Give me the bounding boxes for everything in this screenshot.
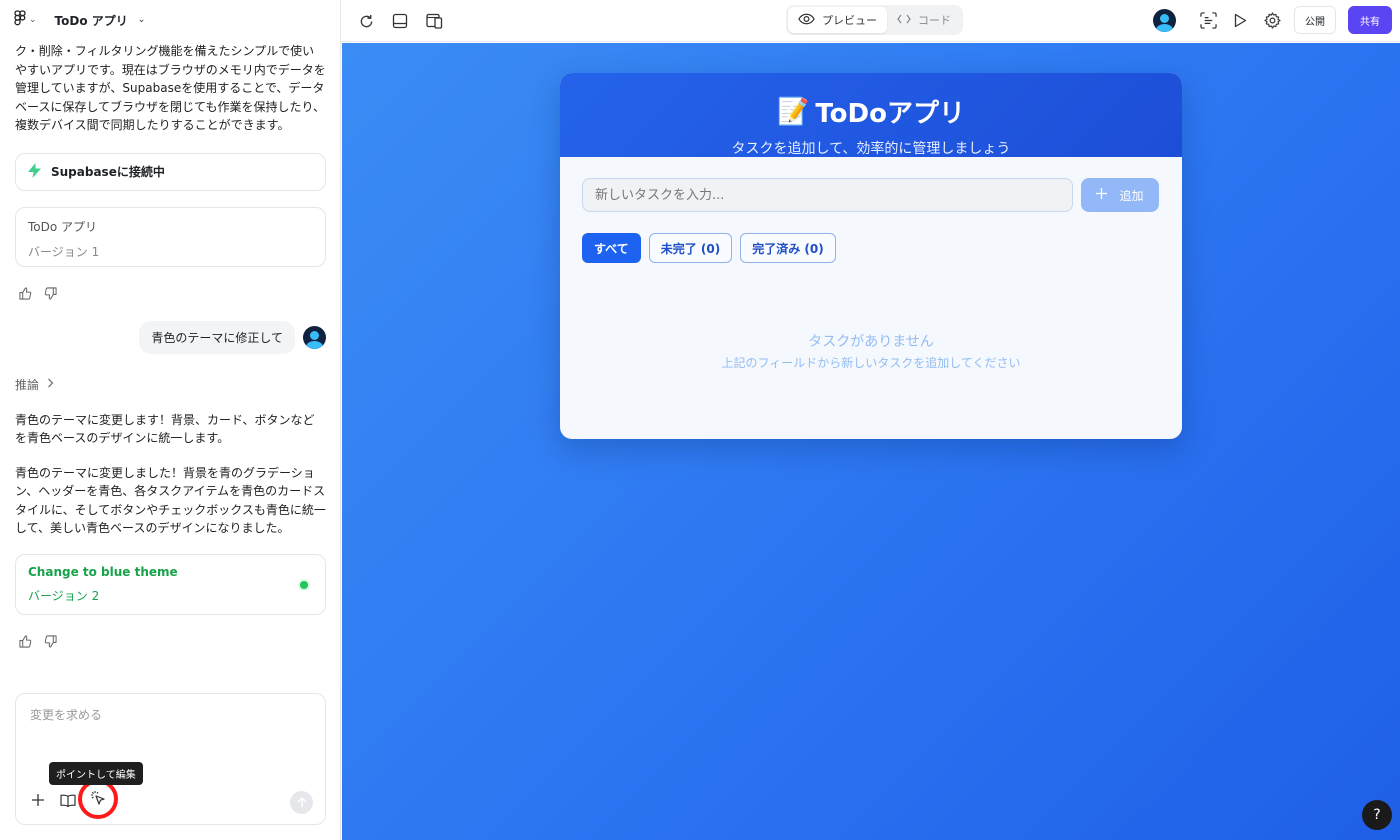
user-message: 青色のテーマに修正して <box>15 320 326 354</box>
assistant-message-plan: 青色のテーマに変更します！背景、カード、ボタンなどを青色ベースのデザインに統一し… <box>15 412 315 446</box>
memo-icon: 📝 <box>777 96 810 127</box>
new-task-input[interactable] <box>582 178 1073 212</box>
filter-incomplete[interactable]: 未完了 (0) <box>648 233 733 263</box>
filter-completed[interactable]: 完了済み (0) <box>740 233 836 263</box>
tab-code-label: コード <box>918 14 951 27</box>
chat-thread: ク・削除・フィルタリング機能を備えたシンプルで使いやすいアプリです。現在はブラウ… <box>15 42 326 649</box>
project-title-menu[interactable]: ToDo アプリ ⌄ <box>55 12 146 29</box>
supabase-status-card[interactable]: Supabaseに接続中 <box>15 152 326 191</box>
tab-preview[interactable]: プレビュー <box>788 7 887 33</box>
user-avatar <box>303 325 326 349</box>
version-title: Change to blue theme <box>28 564 178 579</box>
plus-icon[interactable] <box>30 792 46 808</box>
book-icon[interactable] <box>60 792 76 808</box>
feedback-buttons <box>15 634 326 649</box>
chevron-down-icon: ⌄ <box>29 15 37 25</box>
view-controls <box>356 11 444 31</box>
app-preview: 📝 ToDoアプリ タスクを追加して、効率的に管理しましょう 追加 すべて 未完… <box>342 43 1400 840</box>
project-title: ToDo アプリ <box>54 13 128 28</box>
code-icon <box>897 14 911 27</box>
assistant-message-intro: ク・削除・フィルタリング機能を備えたシンプルで使いやすいアプリです。現在はブラウ… <box>15 44 326 132</box>
add-task-label: 追加 <box>1119 188 1144 203</box>
chevron-right-icon <box>47 377 54 391</box>
version-title: ToDo アプリ <box>28 219 98 234</box>
todo-header: 📝 ToDoアプリ タスクを追加して、効率的に管理しましょう <box>560 73 1182 157</box>
thumbs-up-icon[interactable] <box>19 634 32 649</box>
point-and-edit-button[interactable] <box>78 779 118 819</box>
scan-icon[interactable] <box>1198 10 1218 30</box>
user-message-bubble: 青色のテーマに修正して <box>139 320 295 354</box>
gear-icon[interactable] <box>1262 10 1282 30</box>
empty-state-description: 上記のフィールドから新しいタスクを追加してください <box>721 356 1021 370</box>
empty-state: タスクがありません 上記のフィールドから新しいタスクを追加してください <box>560 331 1182 371</box>
point-and-edit-tooltip: ポイントして編集 <box>49 762 143 785</box>
todo-title-text: ToDoアプリ <box>815 99 965 129</box>
prompt-input[interactable] <box>30 708 310 722</box>
empty-state-title: タスクがありません <box>808 334 934 350</box>
filter-all[interactable]: すべて <box>582 233 641 263</box>
chevron-down-icon: ⌄ <box>137 15 146 25</box>
version-card-2[interactable]: Change to blue theme バージョン 2 <box>15 553 326 615</box>
task-input-row: 追加 <box>582 178 1159 212</box>
left-header: ⌄ ToDo アプリ ⌄ <box>0 0 340 40</box>
bolt-icon <box>28 162 41 181</box>
todo-title: 📝 ToDoアプリ <box>777 93 965 130</box>
figma-menu[interactable]: ⌄ <box>14 10 37 30</box>
tab-preview-label: プレビュー <box>822 14 877 27</box>
plus-icon <box>1096 188 1108 202</box>
supabase-status-label: Supabaseに接続中 <box>51 165 165 179</box>
filter-tabs: すべて 未完了 (0) 完了済み (0) <box>582 233 836 263</box>
click-highlight-ring <box>78 779 118 819</box>
account-avatar[interactable] <box>1153 8 1176 32</box>
active-version-indicator <box>300 580 308 589</box>
publish-button[interactable]: 公開 <box>1294 6 1336 34</box>
reasoning-toggle[interactable]: 推論 <box>15 376 326 393</box>
tab-code[interactable]: コード <box>887 7 961 33</box>
preview-code-toggle: プレビュー コード <box>786 5 963 35</box>
refresh-icon[interactable] <box>356 11 376 31</box>
figma-logo-icon <box>14 10 26 30</box>
top-toolbar: プレビュー コード 公開 共有 <box>341 0 1400 42</box>
thumbs-up-icon[interactable] <box>19 286 32 301</box>
version-label: バージョン 1 <box>28 244 100 259</box>
play-icon[interactable] <box>1230 10 1250 30</box>
reasoning-label: 推論 <box>15 377 40 392</box>
chat-panel: ⌄ ToDo アプリ ⌄ ク・削除・フィルタリング機能を備えたシンプルで使いやす… <box>0 0 341 840</box>
panel-layout-icon[interactable] <box>390 11 410 31</box>
prompt-composer <box>15 693 326 825</box>
arrow-up-icon <box>297 793 307 812</box>
toolbar-actions: 公開 共有 <box>1153 5 1392 35</box>
composer-tools <box>30 779 118 819</box>
share-button[interactable]: 共有 <box>1348 6 1392 34</box>
assistant-message-result: 青色のテーマに変更しました！背景を青のグラデーション、ヘッダーを青色、各タスクア… <box>15 465 326 536</box>
help-button[interactable]: ? <box>1362 800 1392 830</box>
eye-icon <box>798 13 815 28</box>
send-button[interactable] <box>290 791 313 814</box>
todo-app-card: 📝 ToDoアプリ タスクを追加して、効率的に管理しましょう 追加 すべて 未完… <box>560 73 1182 439</box>
todo-subtitle: タスクを追加して、効率的に管理しましょう <box>731 141 1011 157</box>
feedback-buttons <box>15 286 326 301</box>
thumbs-down-icon[interactable] <box>44 634 57 649</box>
version-label: バージョン 2 <box>28 588 100 603</box>
thumbs-down-icon[interactable] <box>44 286 57 301</box>
device-preview-icon[interactable] <box>424 11 444 31</box>
version-card-1[interactable]: ToDo アプリ バージョン 1 <box>15 206 326 267</box>
add-task-button[interactable]: 追加 <box>1081 178 1159 212</box>
